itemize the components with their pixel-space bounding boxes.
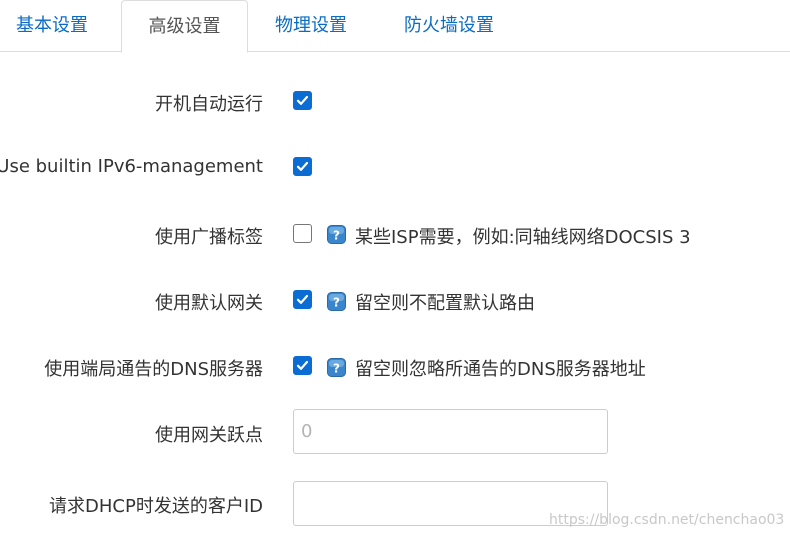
checkmark-icon xyxy=(296,360,309,370)
peer-dns-hint: 留空则忽略所通告的DNS服务器地址 xyxy=(355,359,646,380)
help-icon[interactable]: ? xyxy=(327,358,346,377)
watermark: https://blog.csdn.net/chenchao03 xyxy=(549,512,785,528)
autostart-checkbox[interactable] xyxy=(293,91,312,110)
broadcast-flag-label: 使用广播标签 xyxy=(155,227,263,248)
tab-advanced-settings[interactable]: 高级设置 xyxy=(121,0,248,53)
svg-text:?: ? xyxy=(333,229,340,243)
help-icon[interactable]: ? xyxy=(327,292,346,311)
checkmark-icon xyxy=(296,161,309,171)
checkmark-icon xyxy=(296,294,309,304)
ipv6-management-checkbox[interactable] xyxy=(293,157,312,176)
svg-text:?: ? xyxy=(333,362,340,376)
client-id-label: 请求DHCP时发送的客户ID xyxy=(49,496,263,517)
ipv6-management-label: Use builtin IPv6-management xyxy=(0,156,263,177)
autostart-label: 开机自动运行 xyxy=(155,94,263,115)
broadcast-flag-checkbox[interactable] xyxy=(293,224,312,243)
tab-physical-settings[interactable]: 物理设置 xyxy=(275,0,347,52)
tab-basic-settings[interactable]: 基本设置 xyxy=(16,0,88,52)
gateway-metric-label: 使用网关跃点 xyxy=(155,425,263,446)
broadcast-flag-hint: 某些ISP需要，例如:同轴线网络DOCSIS 3 xyxy=(355,227,691,248)
help-icon[interactable]: ? xyxy=(327,225,346,244)
checkmark-icon xyxy=(296,95,309,105)
tab-firewall-settings[interactable]: 防火墙设置 xyxy=(404,0,494,52)
svg-text:?: ? xyxy=(333,296,340,310)
tab-bar: 基本设置 高级设置 物理设置 防火墙设置 xyxy=(0,0,790,53)
peer-dns-label: 使用端局通告的DNS服务器 xyxy=(44,359,263,380)
peer-dns-checkbox[interactable] xyxy=(293,356,312,375)
default-gateway-checkbox[interactable] xyxy=(293,290,312,309)
default-gateway-hint: 留空则不配置默认路由 xyxy=(355,293,535,314)
default-gateway-label: 使用默认网关 xyxy=(155,293,263,314)
gateway-metric-input[interactable] xyxy=(293,409,608,454)
